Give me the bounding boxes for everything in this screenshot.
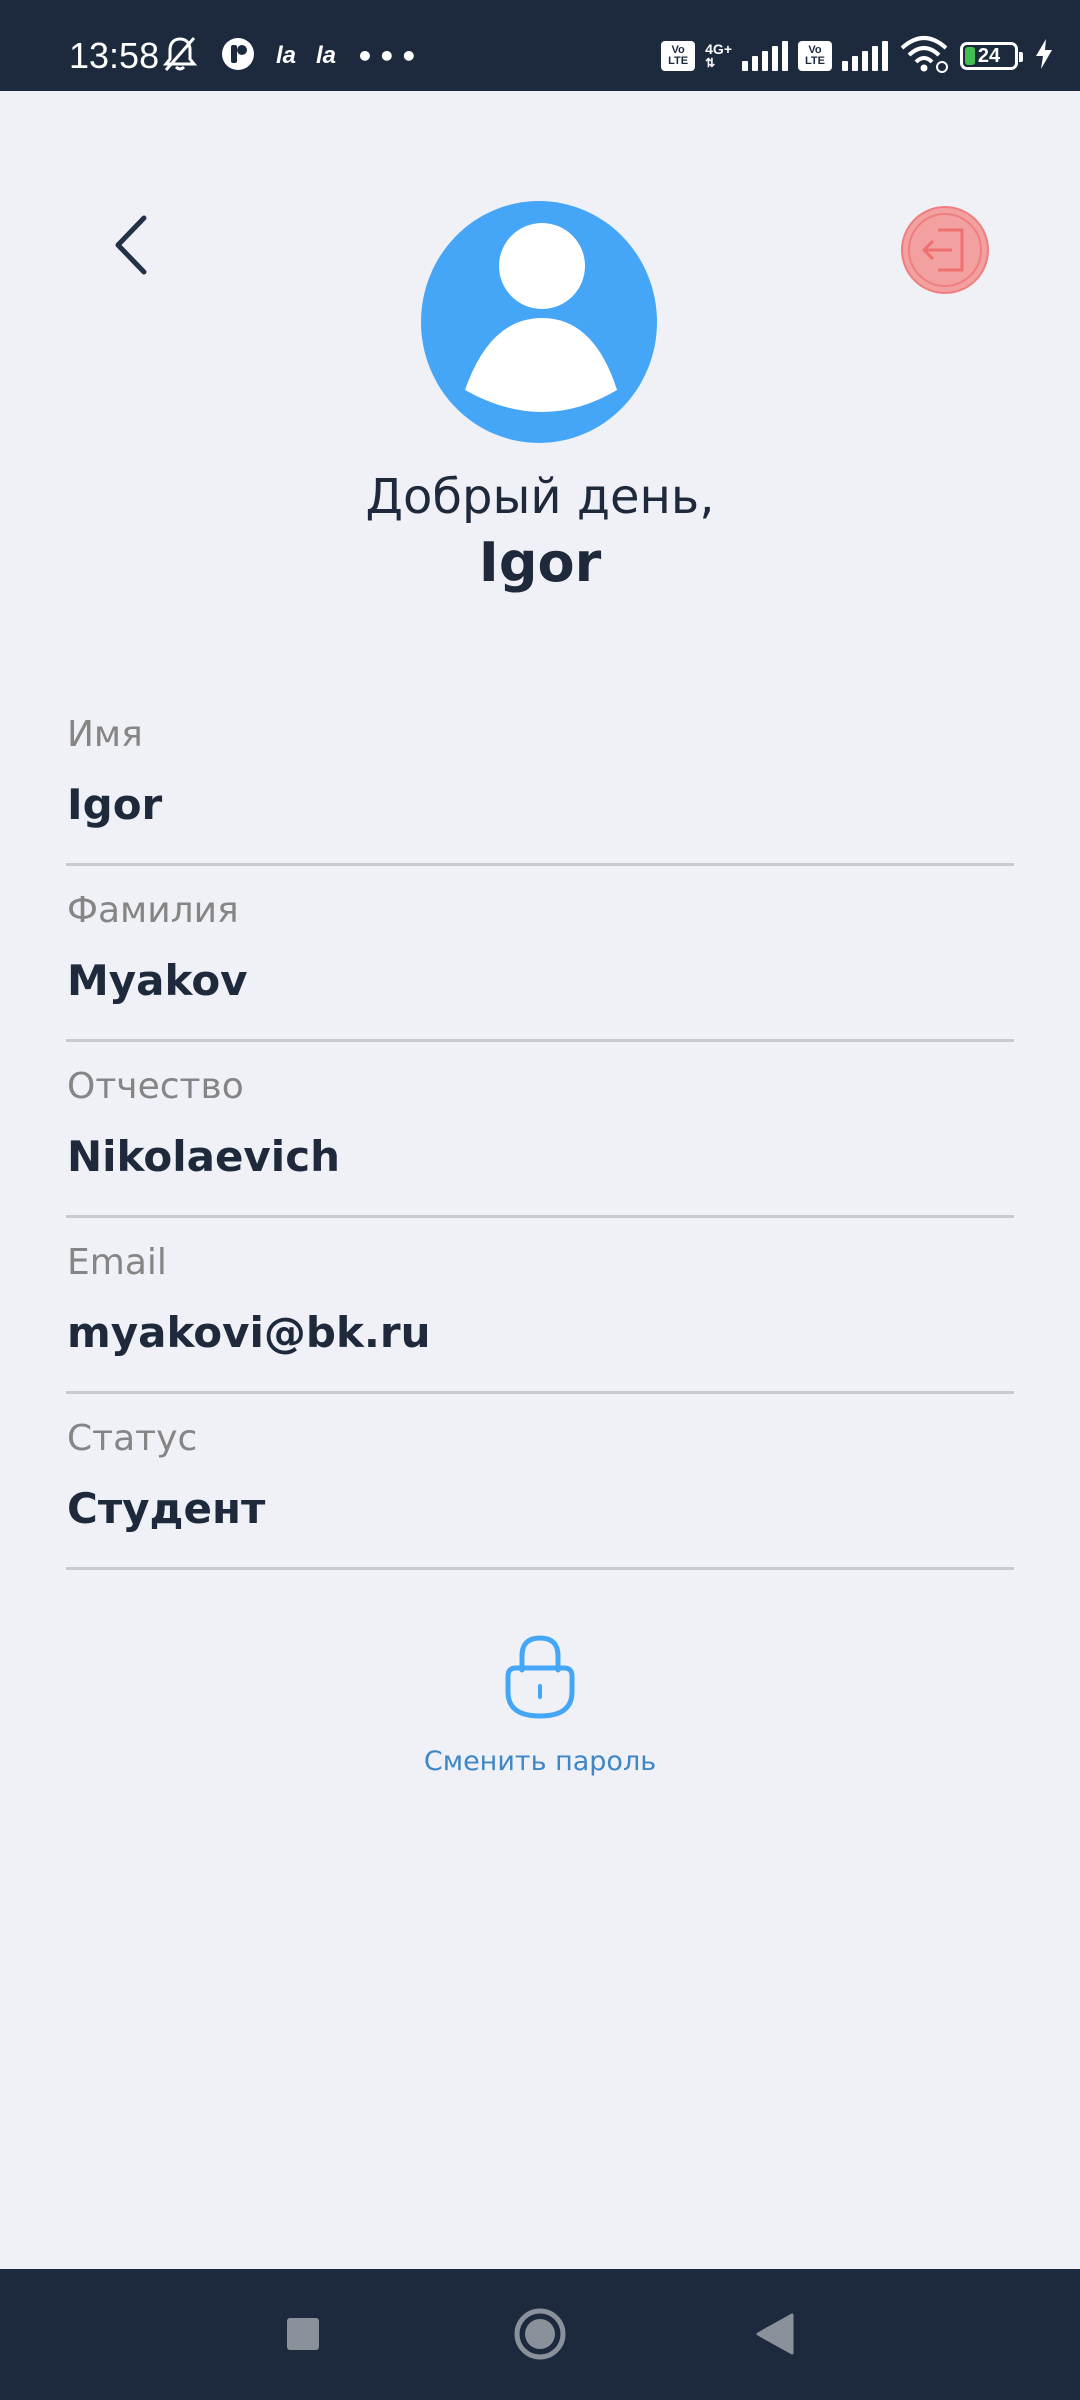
username-text: Igor: [478, 531, 602, 594]
status-left-icons: la la •••: [160, 34, 422, 78]
charging-icon: [1034, 38, 1054, 74]
app-icon-la-1: la: [276, 42, 297, 69]
home-icon: [514, 2308, 566, 2360]
network-type-label: 4G+ ⇅: [705, 41, 732, 70]
field-value: Myakov: [67, 956, 248, 1005]
app-notification-icon: [220, 36, 256, 76]
status-bar: 13:58 la la ••• Vo LTE 4G+ ⇅ Vo LTE 24: [0, 0, 1080, 91]
status-right-icons: Vo LTE 4G+ ⇅ Vo LTE 24: [661, 34, 1054, 78]
volte-icon: Vo LTE: [661, 41, 696, 71]
recents-icon: [287, 2318, 319, 2350]
field-value: Nikolaevich: [67, 1132, 340, 1181]
recents-button[interactable]: [268, 2299, 338, 2369]
lock-icon: [505, 1635, 575, 1719]
signal-icon: [742, 41, 788, 71]
back-nav-button[interactable]: [740, 2299, 810, 2369]
patronymic-field[interactable]: Отчество Nikolaevich: [66, 1065, 1014, 1218]
field-value: myakovi@bk.ru: [67, 1308, 431, 1357]
field-label: Отчество: [67, 1066, 244, 1107]
greeting-text: Добрый день,: [365, 469, 715, 525]
field-value: Студент: [67, 1484, 266, 1533]
logout-icon: [901, 206, 989, 294]
avatar: [420, 200, 658, 444]
first-name-field[interactable]: Имя Igor: [66, 713, 1014, 866]
back-button[interactable]: [92, 200, 172, 290]
field-label: Статус: [67, 1418, 198, 1459]
status-time: 13:58: [69, 35, 160, 76]
change-password-label: Сменить пароль: [423, 1746, 657, 1777]
last-name-field[interactable]: Фамилия Myakov: [66, 889, 1014, 1042]
signal-icon-2: [842, 41, 888, 71]
status-field[interactable]: Статус Студент: [66, 1417, 1014, 1570]
change-password-button[interactable]: Сменить пароль: [390, 1630, 690, 1790]
battery-icon: 24: [960, 42, 1023, 70]
field-value: Igor: [67, 780, 163, 829]
field-label: Имя: [67, 714, 143, 755]
navigation-bar: [0, 2269, 1080, 2400]
more-notifications-icon: •••: [356, 39, 422, 73]
user-avatar-icon: [421, 201, 657, 443]
field-label: Email: [67, 1242, 167, 1283]
home-button[interactable]: [505, 2299, 575, 2369]
email-field[interactable]: Email myakovi@bk.ru: [66, 1241, 1014, 1394]
back-icon: [756, 2313, 794, 2355]
app-icon-la-2: la: [316, 42, 337, 69]
logout-button[interactable]: [900, 205, 990, 295]
muted-bell-icon: [160, 34, 200, 78]
field-label: Фамилия: [67, 890, 239, 931]
volte-icon-2: Vo LTE: [798, 41, 832, 71]
wifi-icon: [898, 34, 950, 78]
chevron-left-icon: [115, 215, 147, 275]
